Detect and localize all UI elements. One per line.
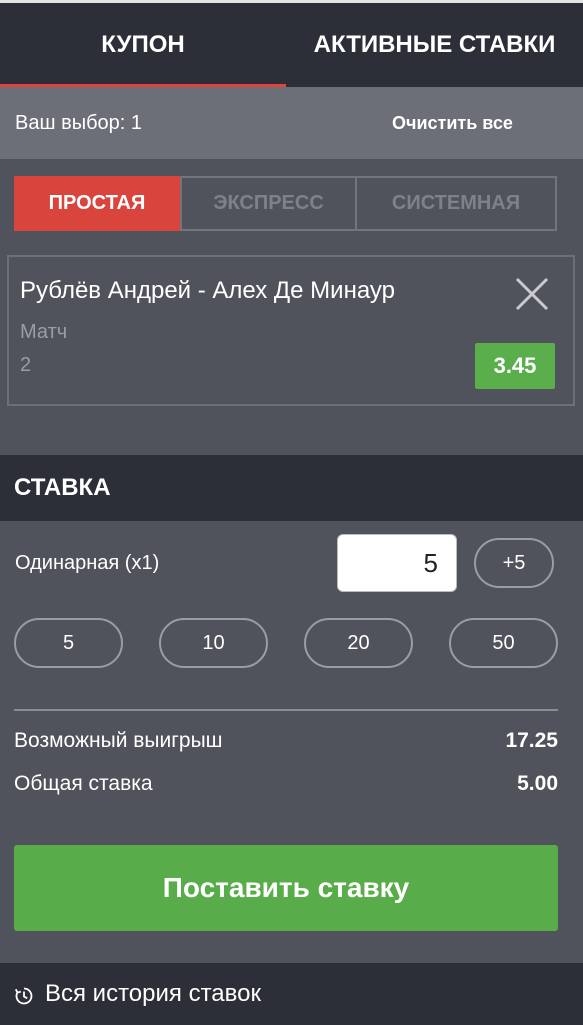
total-stake-value: 5.00	[517, 772, 558, 795]
selection-count: Ваш выбор: 1	[15, 111, 143, 134]
close-icon[interactable]	[513, 275, 551, 313]
tab-coupon[interactable]: КУПОН	[0, 3, 286, 87]
clear-all-button[interactable]: Очистить все	[392, 113, 513, 134]
total-stake-label: Общая ставка	[14, 772, 153, 795]
stake-title: СТАВКА	[14, 474, 111, 501]
tab-active-bets[interactable]: АКТИВНЫЕ СТАВКИ	[286, 3, 583, 87]
stake-section: Одинарная (x1) +5 5 10 20 50 Возможный в…	[0, 521, 583, 963]
quick-stake-button[interactable]: 20	[304, 618, 413, 668]
bet-type-express-tab[interactable]: ЭКСПРЕСС	[180, 176, 357, 231]
divider	[14, 709, 558, 711]
coupon-tabs: КУПОН АКТИВНЫЕ СТАВКИ	[0, 0, 583, 88]
outcome-name: 2	[20, 354, 32, 376]
coupon-body: ПРОСТАЯ ЭКСПРЕСС СИСТЕМНАЯ Рублёв Андрей…	[0, 159, 583, 455]
selection-bar: Ваш выбор: 1 Очистить все	[0, 87, 583, 159]
bet-type-simple-tab[interactable]: ПРОСТАЯ	[14, 176, 180, 231]
increment-stake-button[interactable]: +5	[474, 538, 554, 588]
potential-win-value: 17.25	[505, 729, 558, 752]
quick-stake-button[interactable]: 10	[159, 618, 268, 668]
event-title: Рублёв Андрей - Алех Де Минаур	[20, 277, 395, 304]
stake-header: СТАВКА	[0, 455, 583, 521]
market-name: Матч	[20, 321, 68, 343]
bet-selection-card: Рублёв Андрей - Алех Де Минаур Матч 2 3.…	[7, 255, 575, 406]
place-bet-button[interactable]: Поставить ставку	[14, 845, 558, 931]
quick-stake-button[interactable]: 5	[14, 618, 123, 668]
odds-badge: 3.45	[475, 343, 555, 389]
quick-stake-button[interactable]: 50	[449, 618, 558, 668]
stake-input[interactable]	[337, 534, 457, 592]
single-bet-label: Одинарная (x1)	[15, 552, 160, 574]
bet-type-system-tab[interactable]: СИСТЕМНАЯ	[357, 176, 557, 231]
bet-history-link[interactable]: Вся история ставок	[0, 963, 583, 1025]
bet-history-label: Вся история ставок	[45, 980, 261, 1007]
clock-icon	[14, 987, 33, 1005]
potential-win-label: Возможный выигрыш	[14, 729, 223, 752]
